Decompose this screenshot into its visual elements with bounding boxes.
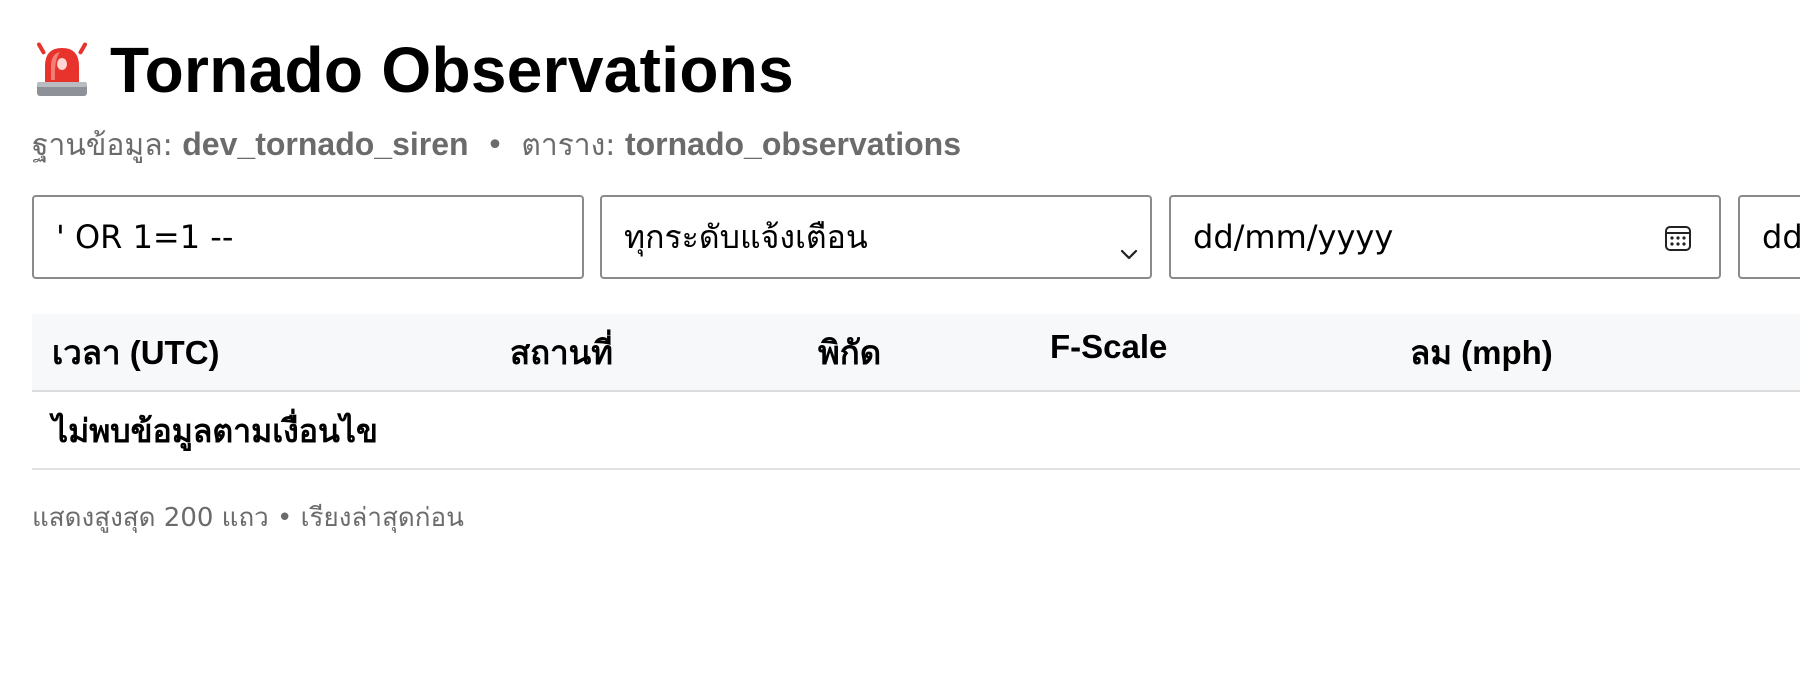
column-header-location: สถานที่ <box>510 334 613 371</box>
database-name: dev_tornado_siren <box>182 126 469 162</box>
database-label: ฐานข้อมูล: <box>32 128 173 163</box>
column-header-f-scale: F-Scale <box>1050 328 1168 365</box>
date-from-placeholder: dd/mm/yyyy <box>1193 218 1394 256</box>
empty-state-message: ไม่พบข้อมูลตามเงื่อนไข <box>52 412 378 450</box>
table-row: ไม่พบข้อมูลตามเงื่อนไข <box>32 392 1800 470</box>
column-header-time: เวลา (UTC) <box>52 334 220 371</box>
footer-note: แสดงสูงสุด 200 แถว • เรียงล่าสุดก่อน <box>32 503 464 533</box>
column-header-wind: ลม (mph) <box>1410 334 1553 371</box>
separator: • <box>486 128 504 163</box>
police-siren-icon <box>32 36 92 104</box>
date-to-placeholder: dd/mm/yyyy <box>1762 218 1800 256</box>
table-label: ตาราง: <box>521 128 616 163</box>
date-from-input[interactable]: dd/mm/yyyy <box>1169 195 1721 279</box>
search-input-value: ' OR 1=1 -- <box>56 218 234 256</box>
column-header-coordinates: พิกัด <box>818 334 882 371</box>
filter-bar: ' OR 1=1 -- ทุกระดับแจ้งเตือน dd/mm/yyyy <box>32 195 1800 279</box>
date-to-input[interactable]: dd/mm/yyyy <box>1738 195 1800 279</box>
chevron-down-icon <box>1120 231 1138 260</box>
calendar-icon[interactable] <box>1663 223 1693 253</box>
page: Tornado Observations ฐานข้อมูล: dev_torn… <box>0 0 1800 674</box>
search-input[interactable]: ' OR 1=1 -- <box>32 195 584 279</box>
alert-level-select[interactable]: ทุกระดับแจ้งเตือน <box>600 195 1152 279</box>
title-row: Tornado Observations <box>32 30 794 110</box>
subtitle: ฐานข้อมูล: dev_tornado_siren • ตาราง: to… <box>32 122 961 168</box>
table-name: tornado_observations <box>624 126 962 162</box>
alert-level-selected: ทุกระดับแจ้งเตือน <box>624 217 868 256</box>
table-header: เวลา (UTC) สถานที่ พิกัด F-Scale ลม (mph… <box>32 314 1800 392</box>
observations-table: เวลา (UTC) สถานที่ พิกัด F-Scale ลม (mph… <box>32 314 1800 470</box>
page-title: Tornado Observations <box>110 34 795 106</box>
